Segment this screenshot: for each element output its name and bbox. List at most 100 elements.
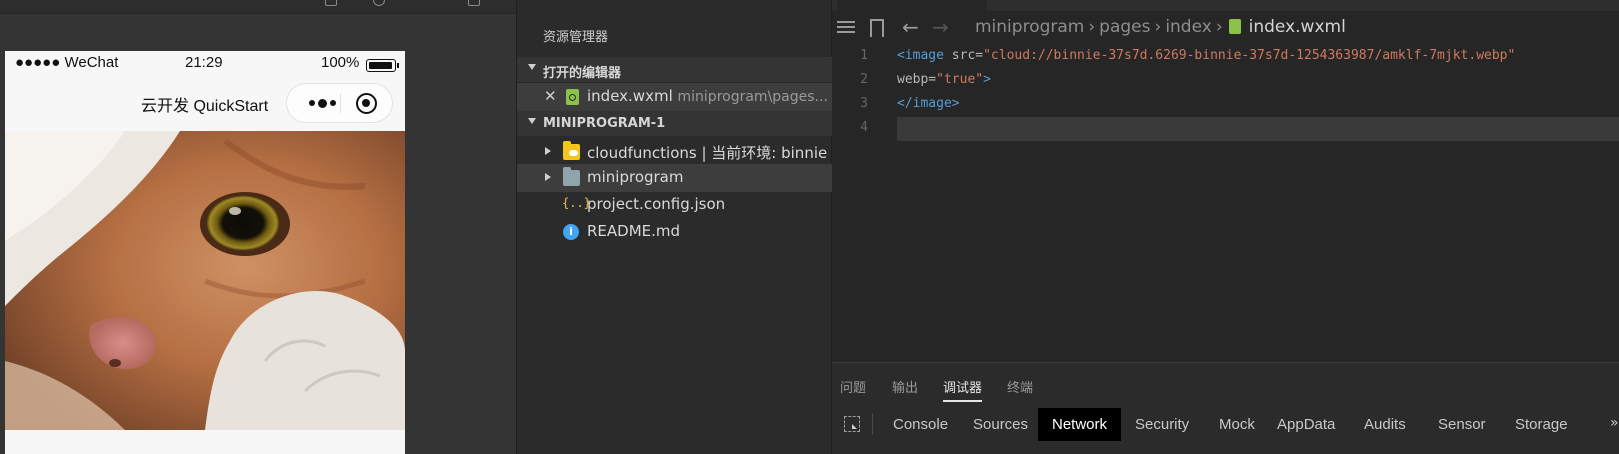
editor-tab-strip [832, 0, 1619, 11]
tab-mock[interactable]: Mock [1205, 408, 1269, 441]
window-icon[interactable] [468, 0, 480, 6]
open-editor-path: miniprogram\pages... [677, 89, 828, 105]
code-token: "true" [936, 72, 984, 87]
open-editors-label: 打开的编辑器 [543, 66, 622, 81]
breadcrumb-separator: › [1088, 17, 1096, 37]
code-line: 2 webp="true"> [832, 69, 1619, 93]
folder-icon [563, 167, 580, 186]
cat-photo [5, 131, 405, 430]
code-area[interactable]: 1 <image src="cloud://binnie-37s7d.6269-… [832, 45, 1619, 345]
breadcrumb-item[interactable]: pages [1099, 17, 1150, 37]
close-target-icon[interactable] [356, 93, 377, 114]
open-editor-item-index-wxml[interactable]: ✕ index.wxml miniprogram\pages... [517, 83, 833, 111]
code-token: src= [943, 48, 984, 63]
close-icon[interactable]: ✕ [544, 87, 557, 105]
code-line: 3 </image> [832, 93, 1619, 117]
chevron-down-icon [528, 64, 536, 70]
open-editors-section[interactable]: 打开的编辑器 [517, 57, 833, 82]
line-number: 2 [860, 72, 868, 87]
tab-console[interactable]: Console [879, 408, 962, 441]
tab-security[interactable]: Security [1121, 408, 1203, 441]
carrier-label: ●●●●● WeChat [15, 54, 119, 71]
tab-storage[interactable]: Storage [1501, 408, 1582, 441]
explorer-pane: 资源管理器 打开的编辑器 ✕ index.wxml miniprogram\pa… [516, 0, 833, 454]
code-editor: ← → miniprogram › pages › index › index.wxml 1… [832, 0, 1619, 362]
tab-audits[interactable]: Audits [1350, 408, 1420, 441]
tree-item-label: README.md [587, 222, 681, 240]
outline-list-icon[interactable] [837, 21, 855, 35]
debugger-panel: 问题 输出 调试器 终端 Console Sources Network Sec… [832, 362, 1619, 454]
phone-screen: ●●●●● WeChat 21:29 100% 云开发 QuickStart [5, 51, 405, 454]
simulator-pane: ●●●●● WeChat 21:29 100% 云开发 QuickStart [0, 0, 516, 454]
code-line-current: 4 [832, 117, 1619, 141]
tree-item-label: miniprogram [587, 168, 684, 186]
toolbar-divider [872, 413, 873, 435]
open-editor-filename: index.wxml [587, 87, 673, 105]
code-token: "cloud://binnie-37s7d.6269-binnie-37s7d-… [983, 48, 1516, 63]
cat-photo-drawing [5, 131, 405, 430]
tab-sources[interactable]: Sources [959, 408, 1042, 441]
editor-tab-index-wxml[interactable] [837, 0, 987, 11]
panel-tabs: 问题 输出 调试器 终端 [832, 363, 1619, 405]
tab-problems[interactable]: 问题 [840, 377, 866, 396]
battery-percent: 100% [321, 54, 360, 71]
tab-network[interactable]: Network [1038, 408, 1122, 441]
breadcrumb-separator: › [1215, 17, 1223, 37]
code-token: webp= [897, 72, 937, 87]
wxml-file-icon [1228, 19, 1241, 34]
line-content: <image src="cloud://binnie-37s7d.6269-bi… [897, 45, 1619, 69]
project-section[interactable]: MINIPROGRAM-1 [517, 111, 833, 136]
explorer-title: 资源管理器 [543, 30, 609, 45]
tab-debugger[interactable]: 调试器 [943, 377, 983, 402]
clock: 21:29 [185, 54, 223, 71]
battery-icon [366, 59, 399, 72]
tree-item-readme[interactable]: i README.md [517, 218, 833, 246]
tab-sensor[interactable]: Sensor [1424, 408, 1500, 441]
phone-icon[interactable] [325, 0, 337, 6]
breadcrumb-item[interactable]: miniprogram [975, 17, 1084, 37]
breadcrumb-item[interactable]: index [1165, 17, 1212, 37]
cloud-folder-icon [563, 141, 580, 160]
simulator-toolbar [0, 0, 516, 14]
page-title: 云开发 QuickStart [141, 98, 269, 115]
inspect-element-icon[interactable] [844, 416, 860, 432]
chevron-right-icon[interactable] [545, 147, 551, 155]
line-number: 1 [860, 48, 868, 63]
back-arrow-icon[interactable]: ← [902, 15, 919, 39]
tree-item-label: project.config.json [587, 195, 726, 213]
nav-bar: 云开发 QuickStart [5, 75, 405, 131]
json-file-icon: {..} [562, 196, 591, 210]
tree-item-label: cloudfunctions | 当前环境: binnie [587, 144, 828, 162]
line-content [897, 117, 1619, 141]
breadcrumb-path: miniprogram › pages › index › index.wxml [975, 17, 1346, 37]
capsule-divider [340, 94, 341, 113]
wxml-file-icon [566, 89, 579, 105]
breadcrumb-file[interactable]: index.wxml [1249, 17, 1346, 37]
info-icon: i [563, 224, 579, 240]
tree-item-project-config[interactable]: {..} project.config.json [517, 191, 833, 219]
breadcrumb-separator: › [1154, 17, 1162, 37]
status-bar: ●●●●● WeChat 21:29 100% [5, 51, 405, 75]
line-content: </image> [897, 93, 1619, 117]
tree-item-cloudfunctions[interactable]: cloudfunctions | 当前环境: binnie [517, 138, 833, 166]
tree-item-miniprogram[interactable]: miniprogram [517, 164, 833, 192]
volume-icon[interactable] [420, 0, 432, 6]
code-token: </image> [897, 96, 960, 111]
more-tabs-icon[interactable]: » [1610, 415, 1619, 431]
devtools-tabs: Console Sources Network Security Mock Ap… [832, 405, 1619, 445]
bookmark-icon[interactable] [870, 19, 884, 37]
tab-appdata[interactable]: AppData [1263, 408, 1349, 441]
forward-arrow-icon[interactable]: → [932, 15, 949, 39]
tab-output[interactable]: 输出 [892, 377, 918, 396]
code-line: 1 <image src="cloud://binnie-37s7d.6269-… [832, 45, 1619, 69]
chevron-right-icon[interactable] [545, 173, 551, 181]
more-icon[interactable] [302, 84, 342, 122]
project-label: MINIPROGRAM-1 [543, 116, 666, 131]
line-number: 3 [860, 96, 868, 111]
tab-terminal[interactable]: 终端 [1007, 377, 1033, 396]
record-icon[interactable] [373, 0, 385, 6]
line-content: webp="true"> [897, 69, 1619, 93]
chevron-down-icon [528, 118, 536, 124]
menu-capsule [286, 83, 393, 123]
line-number: 4 [860, 120, 868, 135]
